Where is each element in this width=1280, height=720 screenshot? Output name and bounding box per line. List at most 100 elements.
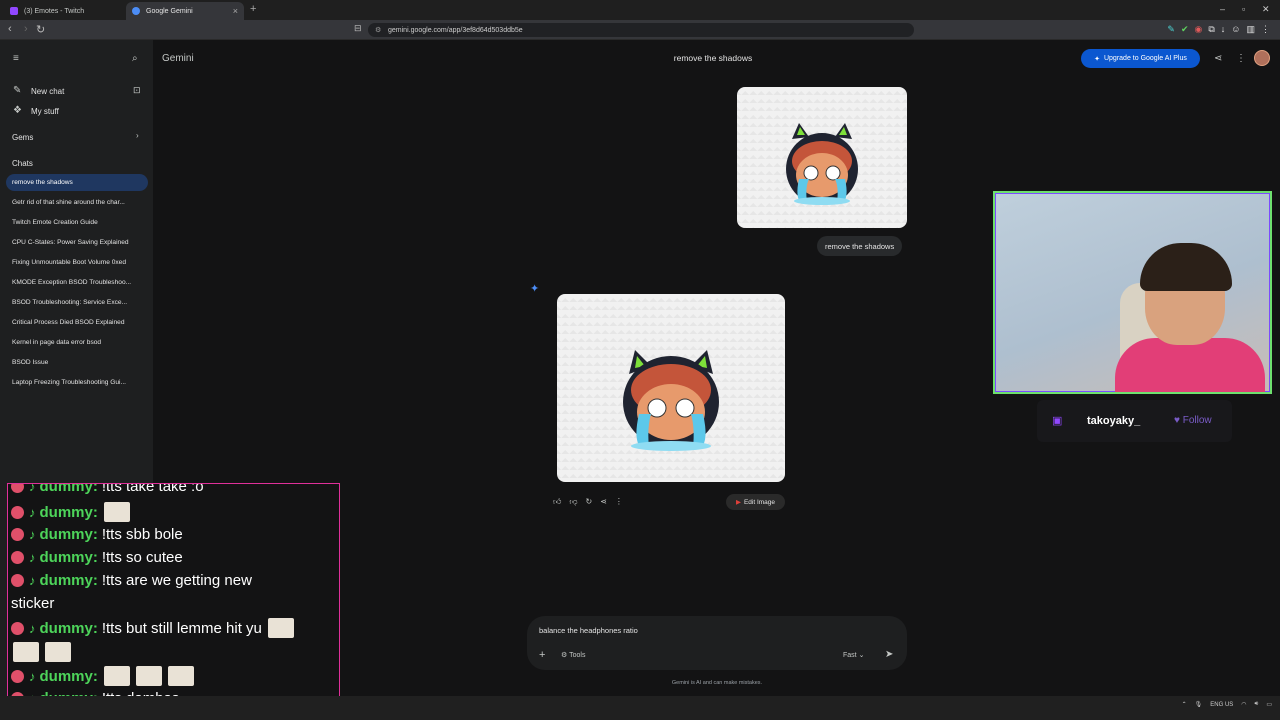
bookmark-icon[interactable]: ⊟: [354, 23, 362, 34]
sidebar-chat-item[interactable]: Laptop Freezing Troubleshooting Gui...: [6, 374, 148, 391]
gems-button[interactable]: Gems ›: [0, 130, 153, 144]
prompt-input[interactable]: balance the headphones ratio + ⚙ Tools F…: [527, 616, 907, 670]
mode-selector[interactable]: Fast ⌄: [843, 651, 864, 659]
url-text: gemini.google.com/app/3ef8d64d503ddb5e: [388, 26, 523, 34]
edit-image-button[interactable]: ▶ Edit Image: [726, 494, 785, 510]
profile-icon[interactable]: ☺: [1231, 24, 1240, 35]
twitch-icon: [10, 7, 18, 15]
tools-label: Tools: [569, 652, 586, 659]
hamburger-icon[interactable]: ≡: [13, 53, 19, 64]
chat-title: remove the shadows: [673, 53, 753, 63]
send-icon[interactable]: ➤: [885, 649, 893, 660]
sidebar-chat-item[interactable]: Fixing Unmountable Boot Volume 0xed: [6, 254, 148, 271]
new-chat-label: New chat: [31, 86, 65, 96]
chat-text: !tts so cutee: [101, 549, 183, 566]
sidebar-chat-item[interactable]: BSOD Issue: [6, 354, 148, 371]
add-icon[interactable]: +: [539, 649, 545, 661]
chats-heading: Chats: [0, 156, 153, 170]
download-icon[interactable]: ↓: [1221, 24, 1226, 35]
chat-message: ♪ dummy:: [11, 666, 194, 686]
menu-icon[interactable]: ⋮: [1261, 24, 1270, 35]
user-icon: [11, 551, 24, 564]
tiktok-icon: ♪: [29, 573, 36, 588]
close-tab-icon[interactable]: ×: [233, 6, 238, 16]
chat-message: ♪ dummy: !tts but still lemme hit yu: [11, 618, 294, 638]
extensions: ✎ ✔ ◉ ⧉ ↓ ☺ ▥ ⋮: [1167, 24, 1270, 35]
twitch-icon: ▣: [1052, 415, 1063, 427]
extension-icon[interactable]: ✎: [1167, 24, 1175, 35]
uploaded-image[interactable]: [737, 87, 907, 228]
share-icon[interactable]: ⋖: [600, 497, 607, 507]
site-info-icon[interactable]: ⚙: [375, 26, 381, 34]
my-stuff-label: My stuff: [31, 106, 59, 116]
restore-icon[interactable]: ▫: [1242, 4, 1245, 14]
tools-icon: ⚙: [561, 652, 568, 659]
sidepanel-icon[interactable]: ▥: [1246, 24, 1255, 35]
tiktok-icon: ♪: [29, 483, 36, 494]
mic-icon[interactable]: 🎙︎: [1195, 701, 1203, 708]
battery-icon[interactable]: ▭: [1266, 701, 1272, 708]
tiktok-icon: ♪: [29, 504, 36, 520]
chevron-right-icon: ›: [136, 131, 139, 140]
chat-message: ♪ dummy: !tts sbb bole: [11, 526, 183, 543]
chat-message: ♪ dummy: !tts so cutee: [11, 549, 183, 566]
extension-icon[interactable]: ◉: [1194, 24, 1202, 35]
close-window-icon[interactable]: ✕: [1262, 4, 1270, 15]
chat-user: dummy:: [39, 619, 98, 637]
prompt-text[interactable]: balance the headphones ratio: [539, 626, 638, 635]
share-icon[interactable]: ⋖: [1214, 53, 1222, 64]
sidebar-chat-item[interactable]: BSOD Troubleshooting: Service Exce...: [6, 294, 148, 311]
extension-icon[interactable]: ✔: [1181, 24, 1189, 35]
upgrade-button[interactable]: ✦ Upgrade to Google AI Plus: [1081, 49, 1200, 68]
generated-image[interactable]: [557, 294, 785, 482]
sidebar-chat-item[interactable]: Twitch Emote Creation Guide: [6, 214, 148, 231]
chat-text: sticker: [11, 595, 55, 612]
address-bar: ‹ › ↻ ⊟ ⚙ gemini.google.com/app/3ef8d64d…: [0, 20, 1280, 40]
temporary-chat-icon[interactable]: ⊡: [133, 85, 141, 96]
gemini-brand[interactable]: Gemini: [162, 53, 194, 64]
chat-user: dummy:: [39, 549, 98, 566]
chevron-down-icon: ⌄: [858, 652, 865, 659]
edit-image-label: Edit Image: [743, 498, 776, 506]
emote-icon: [267, 618, 294, 638]
thumbs-down-icon[interactable]: 👎︎: [569, 497, 577, 507]
new-tab-icon[interactable]: +: [250, 3, 256, 15]
edit-icon: ✎: [13, 85, 22, 96]
more-options-icon[interactable]: ⋮: [1236, 53, 1246, 64]
sidebar-chat-item[interactable]: KMODE Exception BSOD Troubleshoo...: [6, 274, 148, 291]
chevron-up-icon[interactable]: ⌃: [1182, 701, 1187, 708]
wifi-icon[interactable]: ◠: [1241, 701, 1246, 708]
tab-twitch[interactable]: (3) Emotes - Twitch: [4, 2, 124, 20]
chat-text: !tts are we getting new: [101, 572, 252, 589]
url-field[interactable]: ⚙ gemini.google.com/app/3ef8d64d503ddb5e: [368, 23, 914, 37]
emote-icon: [103, 666, 130, 686]
sidebar-chat-item[interactable]: Kernel in page data error bsod: [6, 334, 148, 351]
sidebar-chat-item[interactable]: CPU C-States: Power Saving Explained: [6, 234, 148, 251]
forward-icon[interactable]: ›: [24, 23, 28, 35]
user-message: remove the shadows: [817, 236, 903, 256]
avatar[interactable]: [1254, 50, 1270, 66]
chat-user: dummy:: [39, 503, 98, 521]
minimize-icon[interactable]: –: [1220, 4, 1225, 14]
new-chat-button[interactable]: ✎ New chat ⊡: [0, 84, 153, 98]
thumbs-up-icon[interactable]: 👍︎: [553, 497, 561, 507]
sidebar-chat-item[interactable]: Critical Process Died BSOD Explained: [6, 314, 148, 331]
regenerate-icon[interactable]: ↻: [586, 497, 593, 507]
reload-icon[interactable]: ↻: [36, 23, 45, 36]
tab-gemini[interactable]: Google Gemini ×: [126, 2, 244, 20]
tools-button[interactable]: ⚙ Tools: [561, 651, 585, 659]
language-indicator[interactable]: ENG US: [1210, 702, 1233, 708]
more-options-icon[interactable]: ⋮: [615, 497, 623, 507]
back-icon[interactable]: ‹: [8, 23, 12, 35]
volume-icon[interactable]: 🔊︎: [1255, 701, 1259, 708]
chat-message: ♪ dummy: !tts are we getting new: [11, 572, 252, 589]
lang-label: ENG: [1210, 701, 1224, 708]
user-icon: [11, 528, 24, 541]
upgrade-label: Upgrade to Google AI Plus: [1103, 55, 1187, 62]
sidebar-chat-item[interactable]: remove the shadows: [6, 174, 148, 191]
sidebar-chat-item[interactable]: Getr rid of that shine around the char..…: [6, 194, 148, 211]
puzzle-icon[interactable]: ⧉: [1208, 24, 1214, 35]
tiktok-icon: ♪: [29, 550, 36, 565]
my-stuff-button[interactable]: ❖ My stuff: [0, 104, 153, 118]
search-icon[interactable]: ⌕: [132, 53, 138, 64]
